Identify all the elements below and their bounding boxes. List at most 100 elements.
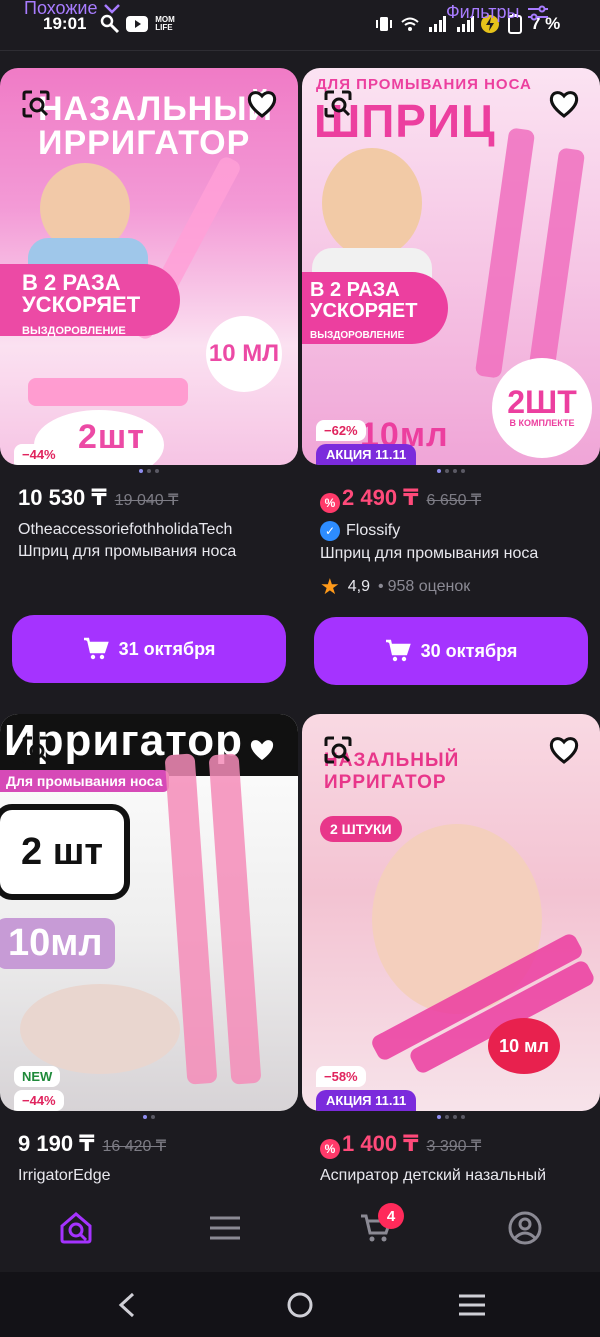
- image-banner-line-1: В 2 РАЗА УСКОРЯЕТ: [310, 279, 418, 322]
- home-search-icon: [60, 1212, 92, 1244]
- image-volume-badge: 10 мл: [488, 1018, 560, 1074]
- pagination-dot: [143, 1115, 147, 1119]
- cart-icon: [385, 639, 411, 662]
- visual-search-icon[interactable]: [18, 86, 54, 122]
- system-navigation-bar: [0, 1272, 600, 1337]
- home-circle-icon: [287, 1292, 313, 1318]
- price: % 1 400 ₸: [320, 1131, 419, 1159]
- product-card[interactable]: НАЗАЛЬНЫЙ ИРРИГАТОР В 2 РАЗА УСКОРЯЕТ ВЫ…: [0, 68, 298, 561]
- pagination-dot: [147, 469, 151, 473]
- image-count-sub: В КОМПЛЕКТЕ: [509, 418, 575, 428]
- favorite-heart-icon[interactable]: [546, 86, 582, 122]
- momlife-icon: MOM LIFE: [155, 15, 175, 32]
- filters-button[interactable]: Фильтры: [446, 2, 549, 23]
- clock: 19:01: [43, 14, 87, 33]
- price-value: 1 400 ₸: [342, 1131, 419, 1156]
- header-divider: [0, 50, 600, 51]
- product-card[interactable]: ДЛЯ ПРОМЫВАНИЯ НОСА ШПРИЦ В 2 РАЗА УСКОР…: [302, 68, 600, 599]
- pagination-dot: [453, 1115, 457, 1119]
- product-image[interactable]: НАЗАЛЬНЫЙ ИРРИГАТОР 2 ШТУКИ 10 мл −58% А…: [302, 714, 600, 1111]
- price-value: 2 490 ₸: [342, 485, 419, 510]
- recents-icon: [459, 1294, 485, 1316]
- wifi-icon: [400, 13, 420, 35]
- pagination-dot: [461, 469, 465, 473]
- back-button[interactable]: [112, 1290, 142, 1320]
- add-to-cart-button[interactable]: 30 октября: [314, 617, 588, 685]
- pagination-dot: [437, 469, 441, 473]
- product-image[interactable]: НАЗАЛЬНЫЙ ИРРИГАТОР В 2 РАЗА УСКОРЯЕТ ВЫ…: [0, 68, 298, 465]
- rating-row: ★ 4,9 • 958 оценок: [302, 574, 600, 599]
- reviews-separator: •: [377, 578, 384, 595]
- favorite-heart-icon[interactable]: [546, 732, 582, 768]
- price-row: % 2 490 ₸ 6 650 ₸: [302, 485, 600, 513]
- price: 9 190 ₸: [18, 1131, 95, 1156]
- image-volume: 10мл: [0, 918, 115, 969]
- image-count: 2шт: [78, 418, 145, 456]
- product-image[interactable]: ДЛЯ ПРОМЫВАНИЯ НОСА ШПРИЦ В 2 РАЗА УСКОР…: [302, 68, 600, 465]
- pagination-dot: [139, 469, 143, 473]
- discount-badge: −44%: [14, 1090, 64, 1111]
- image-count-badge: 2ШТ В КОМПЛЕКТЕ: [492, 358, 592, 458]
- signal-icon-1: [428, 13, 446, 35]
- old-price: 19 040 ₸: [114, 492, 179, 509]
- nav-catalog[interactable]: [205, 1208, 245, 1248]
- new-badge: NEW: [14, 1066, 61, 1087]
- image-pagination: [0, 469, 298, 473]
- favorite-heart-icon[interactable]: [244, 86, 280, 122]
- image-banner-line-1: В 2 РАЗА УСКОРЯЕТ: [22, 270, 141, 317]
- nav-profile[interactable]: [505, 1208, 545, 1248]
- pagination-dot: [155, 469, 159, 473]
- pagination-dot: [445, 469, 449, 473]
- favorite-heart-icon[interactable]: [244, 732, 280, 768]
- recents-button[interactable]: [457, 1290, 487, 1320]
- youtube-icon: [126, 13, 148, 35]
- image-banner: В 2 РАЗА УСКОРЯЕТ ВЫЗДОРОВЛЕНИЕ: [0, 264, 180, 337]
- key-icon: [100, 13, 120, 35]
- badges: −58% АКЦИЯ 11.11: [316, 1066, 417, 1111]
- home-button[interactable]: [285, 1290, 315, 1320]
- baby-face: [322, 148, 422, 258]
- star-icon: ★: [320, 574, 340, 599]
- back-chevron-icon: [118, 1292, 135, 1318]
- cart-icon: [83, 637, 109, 660]
- add-to-cart-button[interactable]: 31 октября: [12, 615, 286, 683]
- sale-percent-icon: %: [320, 493, 340, 513]
- bottom-navigation: [0, 1190, 600, 1272]
- vibrate-icon: [374, 13, 394, 35]
- rating-value: 4,9: [347, 578, 370, 595]
- seller-name: IrrigatorEdge: [18, 1167, 111, 1184]
- delivery-date: 30 октября: [420, 640, 518, 661]
- image-pagination: [302, 469, 600, 473]
- image-count: 2 ШТУКИ: [320, 816, 402, 842]
- pagination-dot: [437, 1115, 441, 1119]
- image-banner-line-2: ВЫЗДОРОВЛЕНИЕ: [22, 325, 126, 337]
- badges: NEW −44%: [14, 1066, 64, 1111]
- badges: −62% АКЦИЯ 11.11: [316, 420, 417, 465]
- nav-home[interactable]: [56, 1208, 96, 1248]
- product-card[interactable]: Ирригатор Для промывания носа 2 шт 10мл …: [0, 714, 298, 1185]
- verified-check-icon: ✓: [320, 521, 340, 541]
- product-image[interactable]: Ирригатор Для промывания носа 2 шт 10мл …: [0, 714, 298, 1111]
- visual-search-icon[interactable]: [320, 732, 356, 768]
- price-row: 9 190 ₸ 16 420 ₸: [0, 1131, 298, 1157]
- image-pagination: [0, 1115, 298, 1119]
- product-card[interactable]: НАЗАЛЬНЫЙ ИРРИГАТОР 2 ШТУКИ 10 мл −58% А…: [302, 714, 600, 1185]
- discount-badge: −44%: [14, 444, 64, 465]
- badges: −44%: [14, 444, 64, 465]
- pagination-dot: [151, 1115, 155, 1119]
- price: % 2 490 ₸: [320, 485, 419, 513]
- status-bar: Похожие 19:01 MOM LIFE 7 % Фильтры: [0, 0, 600, 50]
- screen: Похожие 19:01 MOM LIFE 7 % Фильтры НАЗАЛ…: [0, 0, 600, 1337]
- reviews-count: 958 оценок: [387, 578, 471, 595]
- sale-percent-icon: %: [320, 1139, 340, 1159]
- product-title: Шприц для промывания носа: [320, 545, 539, 562]
- discount-badge: −62%: [316, 420, 366, 441]
- syringe-graphic-2: [28, 378, 188, 406]
- image-banner-line-2: ВЫЗДОРОВЛЕНИЕ: [310, 330, 405, 341]
- seller-name: OtheaccessoriefothholidaTech: [18, 521, 233, 538]
- visual-search-icon[interactable]: [18, 732, 54, 768]
- visual-search-icon[interactable]: [320, 86, 356, 122]
- image-banner: Для промывания носа: [0, 770, 169, 792]
- product-title: Аспиратор детский назальный: [320, 1167, 547, 1184]
- price-row: % 1 400 ₸ 3 390 ₸: [302, 1131, 600, 1159]
